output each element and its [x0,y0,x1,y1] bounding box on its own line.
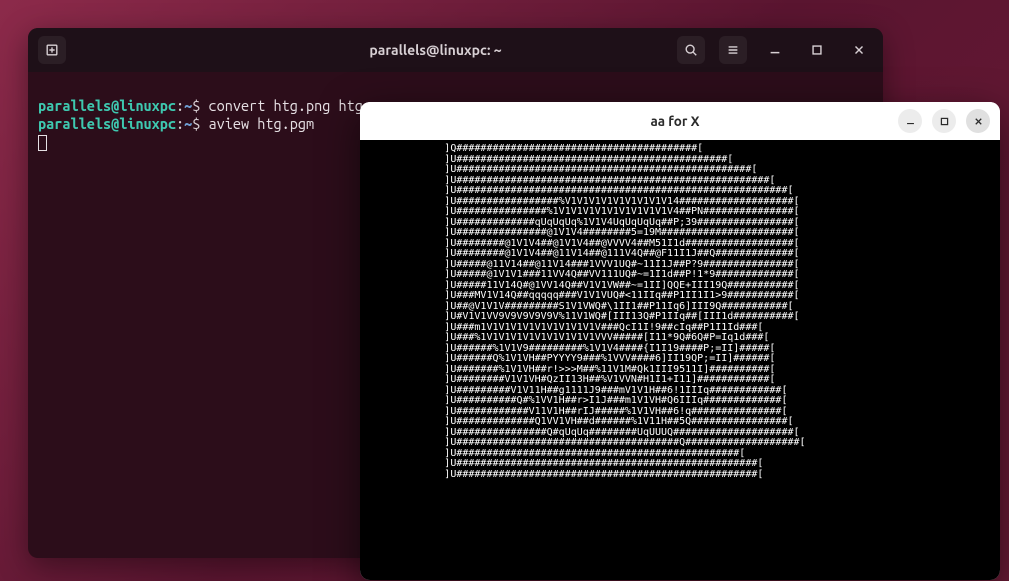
ascii-row: ]U########@1V1V4##@11V14##@111V4Q##@F11I… [360,249,1000,260]
terminal-maximize-button[interactable] [803,36,831,64]
close-icon [852,43,866,57]
aaview-title: aa for X [470,113,880,129]
maximize-icon [810,43,824,57]
command-line: aview htg.pgm [209,115,315,132]
ascii-row: ]U######################################… [360,459,1000,470]
ascii-row: ]U#V1V1VV9V9V9V9V9V%11V1WQ#[III13Q#P1IIq… [360,312,1000,323]
hamburger-icon [726,43,740,57]
terminal-title: parallels@linuxpc: ~ [218,42,653,58]
new-tab-icon [45,43,59,57]
terminal-minimize-button[interactable] [761,36,789,64]
ascii-row: ]U######################################… [360,165,1000,176]
ascii-row: ]U###############%1V1V1V1V1V1V1V1V1V1V4#… [360,207,1000,218]
prompt-user: parallels@linuxpc [38,97,176,114]
aaview-maximize-button[interactable] [932,109,956,133]
aaview-close-button[interactable] [966,109,990,133]
ascii-row: ]U###%1V1V1V1V1V1V1V1V1V1VVV#####[I11*9Q… [360,333,1000,344]
search-icon [684,43,698,57]
ascii-row: ]U######################################… [360,470,1000,481]
ascii-row: ]U###MV1V14Q##qqqqq###V1V1VUQ#<11IIq##P1… [360,291,1000,302]
aaview-window: aa for X ]Q#############################… [360,102,1000,580]
minimize-icon [768,43,782,57]
ascii-row: ]U#############Q1VV1VH##d######%1V11H##5… [360,417,1000,428]
ascii-row: ]U######Q%1V1VH##PYYYY9###%1VVV####6]II1… [360,354,1000,365]
search-button[interactable] [677,36,705,64]
terminal-cursor [38,135,47,151]
ascii-row: ]Q######################################… [360,144,1000,155]
minimize-icon [905,116,916,127]
terminal-close-button[interactable] [845,36,873,64]
close-icon [973,116,984,127]
prompt-user: parallels@linuxpc [38,115,176,132]
ascii-row: ]U##########Q#%1VV1H##r>I1J###m1V1VH#Q6I… [360,396,1000,407]
ascii-row: ]U###############@1V1V4########5=19M####… [360,228,1000,239]
menu-button[interactable] [719,36,747,64]
maximize-icon [939,116,950,127]
ascii-row: ]U######################################… [360,186,1000,197]
aaview-body: ]Q######################################… [360,140,1000,580]
aaview-titlebar[interactable]: aa for X [360,102,1000,140]
ascii-row: ]U#####@1V1V1###11VV4Q##VV111UQ#~=1I1d##… [360,270,1000,281]
terminal-titlebar[interactable]: parallels@linuxpc: ~ [28,28,883,72]
ascii-row: ]U########V1V1VH#QzII13H##%V1VVN#H1I1+I1… [360,375,1000,386]
new-tab-button[interactable] [38,36,66,64]
ascii-row: ]U#####################################Q… [360,438,1000,449]
aaview-minimize-button[interactable] [898,109,922,133]
